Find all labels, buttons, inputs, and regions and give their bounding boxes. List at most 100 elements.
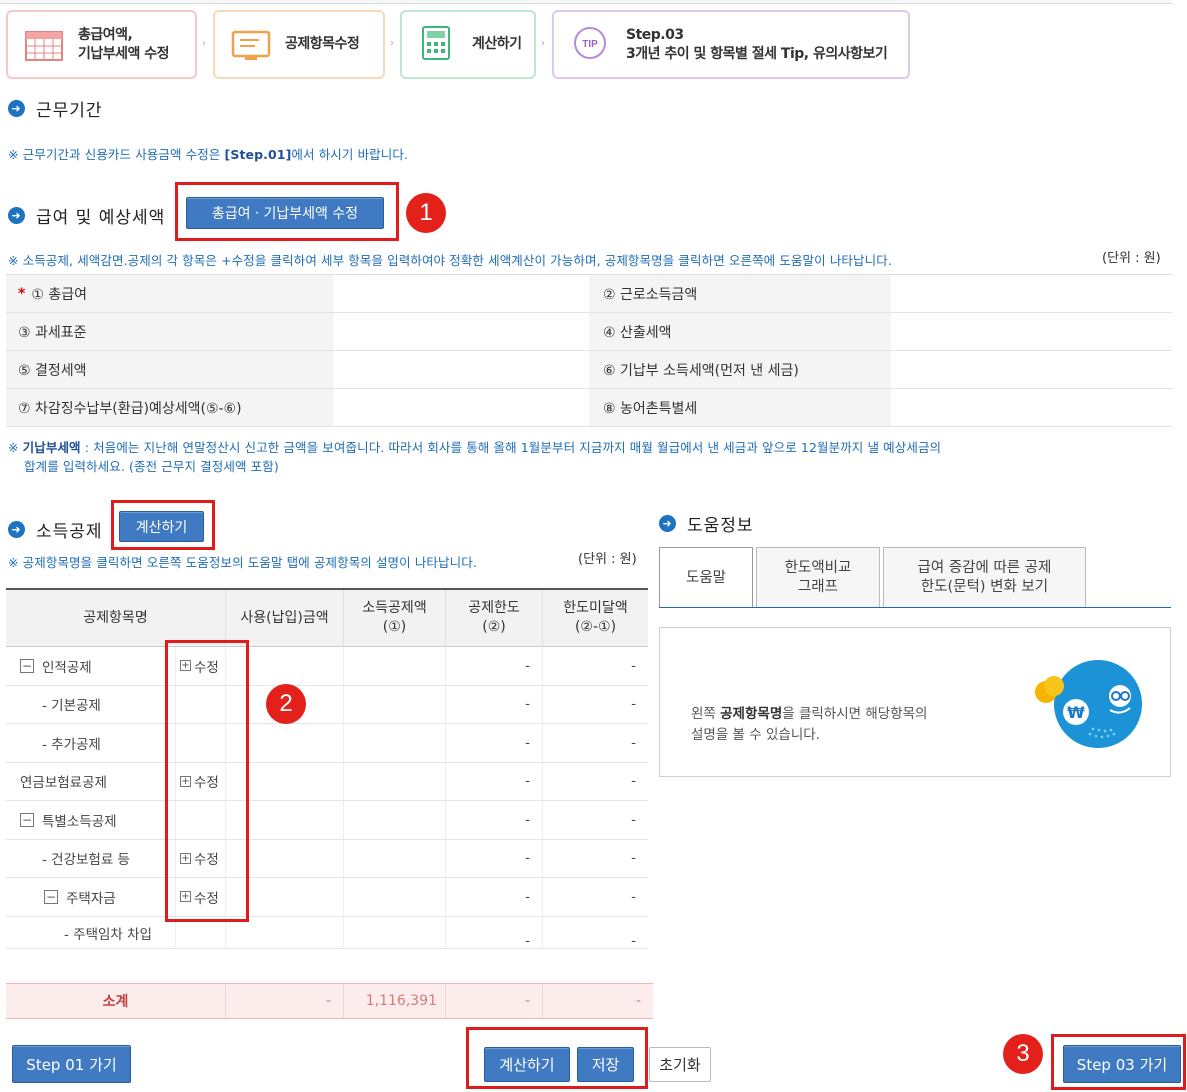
help-text-part: 왼쪽 [691, 706, 721, 722]
calculator-icon [420, 25, 460, 65]
salary-value-cell [333, 351, 589, 388]
note-text: ※ [8, 440, 23, 455]
annotation-box-footer [466, 1027, 648, 1089]
work-period-note: ※ 근무기간과 신용카드 사용금액 수정은 [Step.01]에서 하시기 바랍… [8, 144, 408, 163]
salary-value-cell [333, 313, 589, 350]
salary-label-cell: ③ 과세표준 [6, 313, 333, 350]
help-tabs: 도움말 한도액비교 그래프 급여 증감에 따른 공제 한도(문턱) 변화 보기 [659, 547, 1089, 608]
salary-label-cell: ④ 산출세액 [589, 313, 891, 350]
tab-help[interactable]: 도움말 [659, 547, 753, 608]
deduction-name[interactable]: − 인적공제 [6, 647, 176, 685]
tab-limit-graph[interactable]: 한도액비교 그래프 [756, 547, 880, 607]
deduction-name[interactable]: − 주택자금 [6, 878, 176, 916]
salary-label-cell: ⑥ 기납부 소득세액(먼저 낸 세금) [589, 351, 891, 388]
section-deduction: ➜ 소득공제 [8, 517, 103, 542]
table-row: − 특별소득공제 - - [6, 801, 648, 840]
shortfall-cell: - [631, 773, 636, 790]
deduction-name[interactable]: − 특별소득공제 [6, 801, 176, 839]
salary-label: ① 총급여 [31, 286, 87, 303]
deduction-name[interactable]: - 건강보험료 등 [6, 839, 176, 877]
deduction-cell [344, 801, 446, 839]
section-title: 소득공제 [36, 522, 103, 542]
deduction-cell [344, 916, 446, 948]
deduction-cell [344, 647, 446, 685]
deduction-name-text[interactable]: 주택자금 [66, 887, 116, 907]
annotation-box-2 [165, 640, 249, 922]
salary-row: ⑤ 결정세액 ⑥ 기납부 소득세액(먼저 낸 세금) [6, 351, 1172, 389]
subtotal-shortfall: - [635, 993, 641, 1009]
subtotal-used: - [226, 984, 344, 1018]
reset-button[interactable]: 초기화 [649, 1047, 711, 1082]
salary-row: * ① 총급여 ② 근로소득금액 [6, 275, 1172, 313]
limit-cell: - [446, 647, 543, 685]
section-work-period: ➜ 근무기간 [8, 96, 103, 121]
salary-value-cell [333, 389, 589, 426]
step-01-button[interactable]: Step 01 가기 [12, 1045, 131, 1083]
limit-cell: - [446, 916, 543, 948]
deduction-cell [344, 724, 446, 762]
table-row: − 주택자금 + 수정 - - [6, 878, 648, 917]
deduction-name-text[interactable]: 인적공제 [42, 656, 92, 676]
salary-value-cell [333, 275, 589, 312]
shortfall-cell: - [631, 932, 636, 949]
subtotal-row: 소계 - 1,116,391 - - [6, 983, 653, 1019]
tab-underline [659, 607, 1171, 608]
salary-label-cell: ② 근로소득금액 [589, 275, 891, 312]
note-text: 합계를 입력하세요. (종전 근무지 결정세액 포함) [24, 459, 279, 474]
step-deduction-edit[interactable]: 공제항목수정 [213, 10, 385, 79]
won-symbol: ₩ [1067, 703, 1085, 722]
deduction-name[interactable]: - 주택임차 차입 [6, 916, 176, 948]
deduction-cell [344, 839, 446, 877]
subtotal-deduction: 1,116,391 [344, 984, 446, 1018]
subtotal-label: 소계 [6, 984, 226, 1018]
step-calculate[interactable]: 계산하기 [400, 10, 536, 79]
step-salary-edit[interactable]: 총급여액, 기납부세액 수정 [6, 10, 197, 79]
help-text: 왼쪽 공제항목명을 클릭하시면 해당항목의 설명을 볼 수 있습니다. [691, 704, 927, 746]
shortfall-cell: - [631, 850, 636, 867]
limit-cell: - [446, 839, 543, 877]
collapse-icon[interactable]: − [20, 812, 34, 827]
top-divider [0, 0, 1172, 4]
step-label: 공제항목수정 [285, 36, 360, 52]
annotation-box-calc [111, 500, 215, 550]
chevron-right-icon: › [390, 38, 394, 49]
table-row: - 주택임차 차입 - - [6, 916, 648, 949]
limit-cell: - [446, 762, 543, 800]
step-label: 계산하기 [472, 36, 522, 52]
annotation-box-3 [1051, 1034, 1186, 1090]
collapse-icon[interactable]: − [20, 658, 34, 673]
required-mark: * [18, 285, 26, 302]
help-text-part: 설명을 볼 수 있습니다. [691, 727, 820, 743]
salary-value-cell [891, 351, 1172, 388]
limit-cell: - [446, 801, 543, 839]
col-header-used: 사용(납입)금액 [226, 590, 344, 646]
shortfall-cell: - [631, 657, 636, 674]
deduction-unit: (단위 : 원) [578, 552, 637, 567]
deduction-name-text[interactable]: 특별소득공제 [42, 810, 117, 830]
salary-value-cell [891, 275, 1172, 312]
deduction-name[interactable]: - 추가공제 [6, 724, 176, 762]
deduction-cell [344, 762, 446, 800]
help-text-part: 을 클릭하시면 해당항목의 [782, 706, 928, 722]
deduction-name[interactable]: 연금보험료공제 [6, 762, 176, 800]
shortfall-cell: - [631, 888, 636, 905]
deduction-name[interactable]: - 기본공제 [6, 685, 176, 723]
tab-threshold-change[interactable]: 급여 증감에 따른 공제 한도(문턱) 변화 보기 [883, 547, 1086, 607]
annotation-box-1 [175, 182, 399, 241]
table-row: 연금보험료공제 + 수정 - - [6, 762, 648, 801]
step-03-tips[interactable]: TIP Step.03 3개년 추이 및 항목별 절세 Tip, 유의사항보기 [552, 10, 910, 79]
table-header: 공제항목명 사용(납입)금액 소득공제액 (①) 공제한도 (②) 한도미달액 … [6, 588, 648, 647]
salary-label-cell: * ① 총급여 [6, 275, 333, 312]
limit-cell: - [446, 724, 543, 762]
note-step-link: [Step.01] [224, 147, 292, 162]
arrow-bullet-icon: ➜ [8, 207, 25, 224]
salary-unit: (단위 : 원) [1102, 251, 1161, 266]
collapse-icon[interactable]: − [44, 889, 58, 904]
limit-cell: - [446, 878, 543, 916]
section-title: 급여 및 예상세액 [36, 208, 166, 228]
col-header-shortfall: 한도미달액 (②-①) [563, 600, 628, 635]
deduction-cell [344, 878, 446, 916]
help-content: 왼쪽 공제항목명을 클릭하시면 해당항목의 설명을 볼 수 있습니다. ₩ [659, 627, 1171, 777]
limit-cell: - [446, 685, 543, 723]
deduction-note: ※ 공제항목명을 클릭하면 오른쪽 도움정보의 도움말 탭에 공제항목의 설명이… [8, 555, 477, 570]
